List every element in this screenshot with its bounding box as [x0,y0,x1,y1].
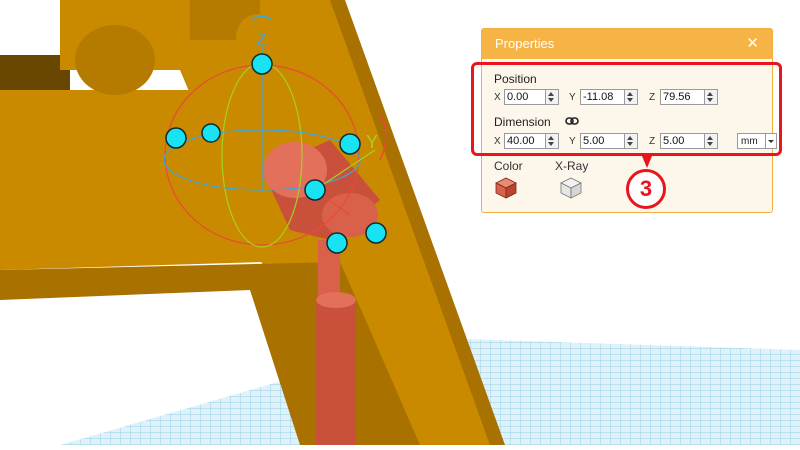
properties-title: Properties [495,36,555,51]
gizmo-handle-bottom[interactable] [326,232,348,254]
gizmo-handle-right[interactable] [339,133,361,155]
close-icon[interactable]: ✕ [746,34,759,52]
xray-cube-icon[interactable] [560,177,582,199]
gizmo-handle-bottom-right[interactable] [365,222,387,244]
gizmo-handle-top[interactable] [251,53,273,75]
gizmo-handle-left-inner[interactable] [201,123,221,143]
xray-label: X-Ray [555,159,589,173]
gizmo-handle-center[interactable] [304,179,326,201]
gizmo-z-label: Z [256,30,267,50]
part-shadow [0,55,70,95]
color-label: Color [494,159,523,173]
gizmo-handle-left[interactable] [165,127,187,149]
annotation-pointer [642,156,652,168]
color-cube-icon[interactable] [495,177,517,199]
gizmo-y-label: Y [366,132,378,152]
properties-header: Properties ✕ [482,29,772,59]
annotation-highlight-box [471,62,782,156]
annotation-callout: 3 [626,169,666,209]
